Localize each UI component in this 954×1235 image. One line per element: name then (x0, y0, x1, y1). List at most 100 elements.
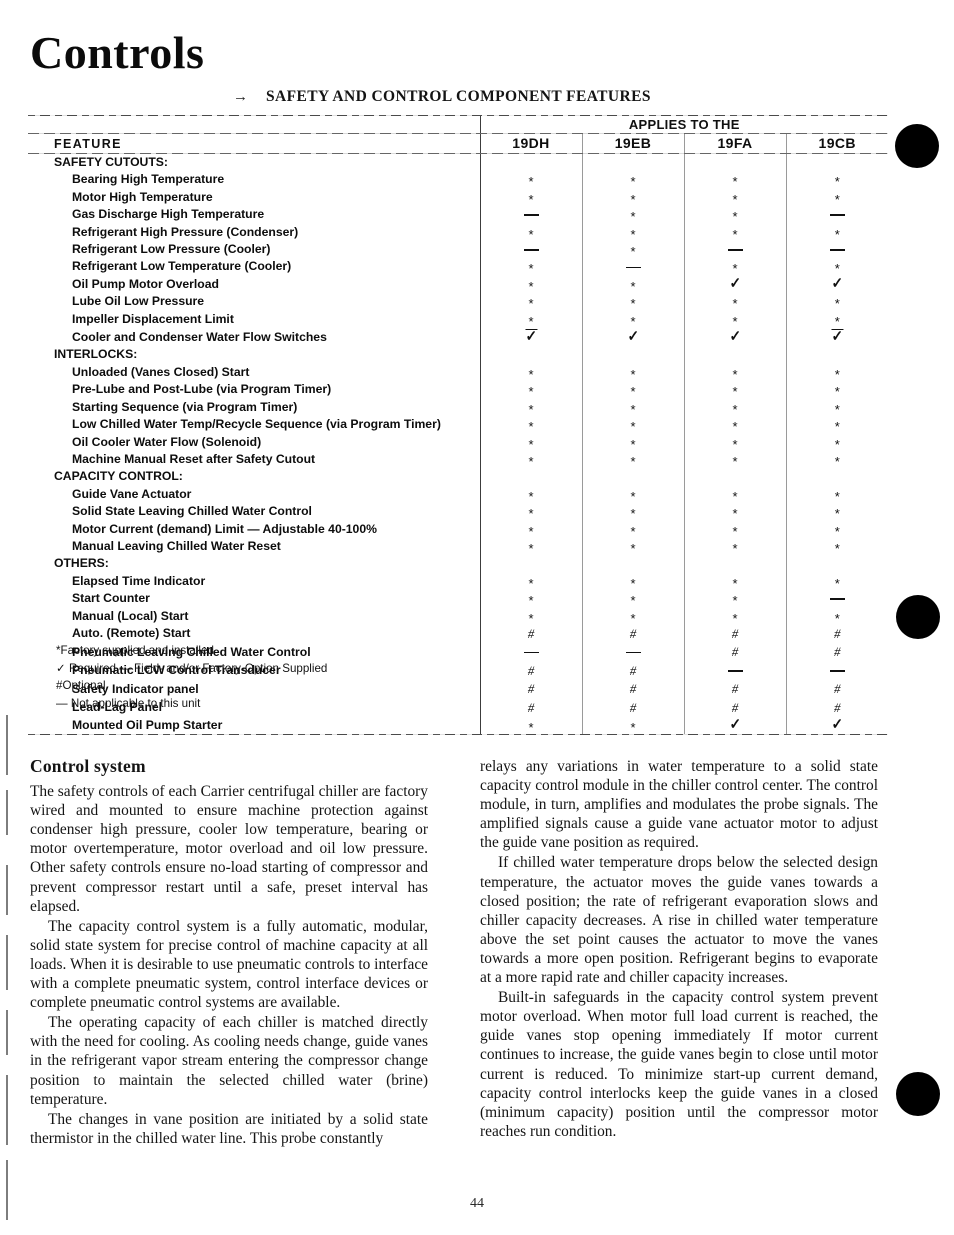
hash-mark: # (834, 699, 841, 715)
mark-cell: * (479, 398, 582, 417)
mark-cell: * (683, 450, 786, 469)
feature-label: Gas Discharge High Temperature (72, 207, 265, 222)
dash-mark (727, 249, 743, 251)
mark-cell: ✓ (683, 717, 786, 735)
asterisk-mark: * (732, 419, 738, 435)
asterisk-mark: * (528, 436, 534, 452)
dash-mark (625, 266, 641, 268)
left-paragraph-2: The capacity control system is a fully a… (30, 917, 428, 1012)
asterisk-mark: * (528, 419, 534, 435)
table-row: Manual Leaving Chilled Water Reset * * * * (28, 537, 888, 556)
hash-mark: # (731, 644, 739, 660)
mark-cell: * (785, 310, 888, 329)
binding-edge-mark-2 (6, 790, 8, 835)
asterisk-mark: * (630, 575, 636, 591)
mark-cell (683, 241, 786, 259)
table-row: Lube Oil Low Pressure * * * * (28, 293, 888, 312)
mark-cell: * (479, 188, 582, 207)
mark-cell: * (479, 381, 582, 399)
mark-cell: * (683, 607, 786, 625)
feature-label: Oil Pump Motor Overload (72, 276, 219, 291)
blank-mark: . (529, 469, 532, 483)
mark-cell: * (479, 310, 582, 329)
mark-cell: * (581, 293, 684, 311)
section-heading-control-system: Control system (30, 756, 146, 776)
blank-mark: . (836, 556, 839, 570)
mark-cell: * (581, 537, 684, 556)
asterisk-mark: * (732, 384, 738, 400)
table-row: Solid State Leaving Chilled Water Contro… (28, 503, 888, 521)
asterisk-mark: * (630, 401, 636, 417)
mark-cell: * (785, 485, 888, 504)
feature-label: Low Chilled Water Temp/Recycle Sequence … (72, 417, 441, 432)
mark-cell: * (479, 223, 582, 242)
group-heading-row: OTHERS:.... (28, 555, 888, 573)
dash-mark (829, 214, 845, 216)
mark-cell: # (581, 698, 684, 717)
table-row: Motor Current (demand) Limit — Adjustabl… (28, 520, 888, 539)
mark-cell (785, 661, 888, 681)
mark-cell: * (479, 572, 582, 591)
feature-label: Machine Manual Reset after Safety Cutout (72, 451, 316, 466)
mark-cell: ✓ (785, 328, 888, 347)
binding-edge-mark-6 (6, 1075, 8, 1145)
mark-cell: * (683, 398, 786, 417)
hash-mark: # (629, 662, 637, 678)
features-table-block: → SAFETY AND CONTROL COMPONENT FEATURES … (28, 88, 888, 736)
table-row: Refrigerant Low Pressure (Cooler) * (28, 241, 888, 259)
table-row: Manual (Local) Start * * * * (28, 607, 888, 625)
dash-mark (625, 652, 641, 654)
blank-mark: . (631, 155, 634, 169)
mark-cell: * (479, 275, 582, 294)
blank-mark: . (529, 347, 532, 361)
feature-label: Guide Vane Actuator (72, 486, 192, 501)
mark-cell: * (683, 537, 786, 556)
table-row: Motor High Temperature * * * * (28, 188, 888, 207)
table-row: Bearing High Temperature * * * * (28, 171, 888, 190)
hash-mark: # (731, 699, 739, 715)
left-text-column: Control system The safety controls of ea… (30, 756, 428, 1148)
asterisk-mark: * (732, 261, 738, 277)
mark-cell: . (683, 154, 786, 172)
mark-cell: * (785, 223, 888, 242)
mark-cell: . (785, 346, 888, 364)
mark-cell: * (683, 188, 786, 207)
asterisk-mark: * (732, 593, 738, 609)
asterisk-mark: * (630, 384, 636, 400)
asterisk-mark: * (528, 401, 534, 417)
feature-column-header: FEATURE (54, 137, 122, 151)
left-paragraph-4: The changes in vane position are initiat… (30, 1110, 428, 1147)
asterisk-mark: * (834, 226, 840, 242)
feature-label: Impeller Displacement Limit (72, 311, 234, 326)
dash-mark (829, 670, 845, 672)
hash-mark: # (629, 699, 637, 715)
model-column-header-19fa: 19FA (683, 134, 786, 153)
group-heading: CAPACITY CONTROL: (54, 469, 183, 484)
asterisk-mark: * (528, 261, 534, 277)
mark-cell: ✓ (683, 328, 786, 347)
mark-cell: * (581, 520, 684, 538)
table-row: Unloaded (Vanes Closed) Start * * * * (28, 363, 888, 382)
feature-label: Auto. (Remote) Start (72, 626, 191, 641)
asterisk-mark: * (630, 174, 636, 190)
asterisk-mark: * (528, 296, 534, 312)
check-mark: ✓ (729, 328, 741, 345)
asterisk-mark: * (732, 523, 738, 539)
mark-cell: ✓ (785, 275, 888, 294)
header-spacer (28, 116, 480, 133)
table-row: Starting Sequence (via Program Timer) * * *… (28, 398, 888, 417)
table-row: Oil Pump Motor Overload * * ✓ ✓ (28, 275, 888, 294)
hash-mark: # (629, 625, 637, 641)
feature-label: Refrigerant High Pressure (Condenser) (72, 224, 299, 239)
mark-cell: * (581, 572, 684, 591)
table-row: Elapsed Time Indicator * * * * (28, 572, 888, 591)
asterisk-mark: * (630, 419, 636, 435)
mark-cell: ✓ (479, 328, 582, 347)
binding-edge-mark-7 (6, 1160, 8, 1220)
mark-cell: * (581, 450, 684, 469)
mark-cell: ✓ (581, 328, 684, 347)
mark-cell: . (785, 154, 888, 172)
feature-label: Cooler and Condenser Water Flow Switches (72, 329, 327, 344)
asterisk-mark: * (630, 313, 636, 329)
feature-label: Lube Oil Low Pressure (72, 294, 205, 309)
